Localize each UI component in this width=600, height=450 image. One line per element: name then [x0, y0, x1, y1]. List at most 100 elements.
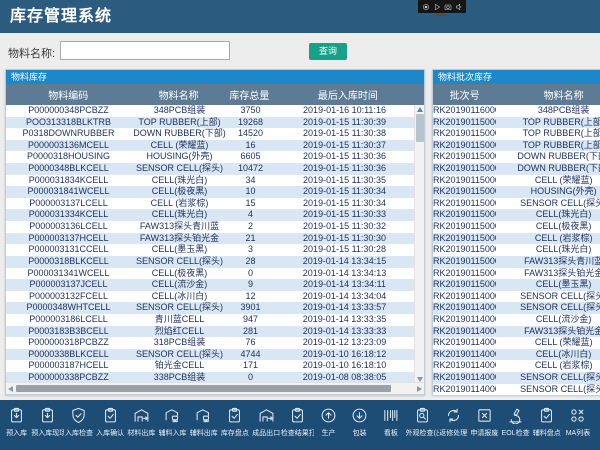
table-row[interactable]: P000031334KCELLCELL(珠光白)42019-01-15 11:3… — [6, 209, 424, 221]
table-row[interactable]: P0000348BLKCELLSENSOR CELL(探头)104722019-… — [6, 163, 424, 175]
toolbar-item-13[interactable]: 看板 — [375, 400, 406, 450]
table-row[interactable]: P000003131CCELLCELL(墨玉黑)32019-01-15 11:3… — [6, 244, 424, 256]
table-row[interactable]: RK2019011500011FAW313探头铂光金 — [433, 268, 600, 280]
table-row[interactable]: RK2019011400005CELL (岩浆棕) — [433, 360, 600, 372]
table-row[interactable]: P0000338BLKCELLSENSOR CELL(探头)47442019-0… — [6, 349, 424, 361]
table-row[interactable]: RK2019011500006CELL(极夜黑) — [433, 221, 600, 233]
cell: 2019-01-14 13:34:11 — [273, 279, 416, 291]
table-row[interactable]: RK2019011400012FAW313探头铂光金 — [433, 326, 600, 338]
screen-recorder-overlay[interactable] — [418, 0, 466, 13]
table-row[interactable]: RK2019011500005SENSOR CELL(探头) — [433, 198, 600, 210]
toolbar-item-label: 入库确认 — [96, 428, 124, 438]
table-row[interactable]: RK2019011500001TOP RUBBER(上部) — [433, 117, 600, 129]
panel-title: 物料库存 — [6, 70, 424, 84]
column-header[interactable]: 最后入库时间 — [272, 87, 424, 102]
table-row[interactable]: P000003136LCELLFAW313探头青川蓝22019-01-15 11… — [6, 221, 424, 233]
table-row[interactable]: P000031834KCELLCELL(珠光白)342019-01-15 11:… — [6, 175, 424, 187]
toolbar-item-19[interactable]: MA列表 — [562, 400, 593, 450]
table-row[interactable]: P0003183B3BCELL烈焰红CELL2812019-01-14 13:3… — [6, 326, 424, 338]
table-row[interactable]: P000031841WCELLCELL(极夜黑)102019-01-15 11:… — [6, 186, 424, 198]
toolbar-item-10[interactable]: 检查结果打印 — [282, 400, 313, 450]
toolbar-item-12[interactable]: 包装 — [344, 400, 375, 450]
cell: CELL(冰川白) — [131, 291, 228, 303]
table-row[interactable]: RK2019011400007CELL(冰川白) — [433, 349, 600, 361]
play-icon[interactable] — [433, 3, 441, 11]
table-row[interactable]: RK2019011500003HOUSING(外壳) — [433, 186, 600, 198]
table-row[interactable]: POO313318BLKTRBTOP RUBBER(上部)192682019-0… — [6, 117, 424, 129]
table-row[interactable]: P000003137HCELLFAW313探头铂光金212019-01-15 1… — [6, 233, 424, 245]
table-row[interactable]: P000031341WCELLCELL(极夜黑)02019-01-14 13:3… — [6, 268, 424, 280]
table-row[interactable]: RK2019011500002DOWN RUBBER(下部) — [433, 151, 600, 163]
overlay-handle[interactable] — [436, 14, 446, 16]
column-header[interactable]: 物料名称 — [496, 87, 600, 102]
table-row[interactable]: RK2019011500002DOWN RUBBER(下部) — [433, 163, 600, 175]
table-row[interactable]: RK2019011400009SENSOR CELL(探头) — [433, 302, 600, 314]
column-header[interactable]: 库存总量 — [227, 87, 272, 102]
toolbar-item-7[interactable]: 辅料出库 — [188, 400, 219, 450]
cell: P000003137JCELL — [6, 279, 131, 291]
table-row[interactable]: RK2019011500004CELL (荣耀蓝) — [433, 175, 600, 187]
toolbar-item-14[interactable]: 外观检查(出货 — [406, 400, 437, 450]
scroll-right-icon[interactable] — [417, 386, 422, 392]
table-row[interactable]: RK2019011500001TOP RUBBER(上部) — [433, 128, 600, 140]
toolbar-item-5[interactable]: 材料出库 — [126, 400, 157, 450]
table-row[interactable]: RK2019011500001TOP RUBBER(上部) — [433, 140, 600, 152]
table-row[interactable]: P000000348PCBZZ348PCB组装37502019-01-16 10… — [6, 105, 424, 117]
toolbar-item-15[interactable]: 返修处理 — [438, 400, 469, 450]
table-row[interactable]: RK2019011600001348PCB组装 — [433, 105, 600, 117]
vertical-scrollbar[interactable] — [414, 105, 424, 384]
table-row[interactable]: RK2019011500008CELL (岩浆棕) — [433, 233, 600, 245]
scrollbar-thumb[interactable] — [16, 385, 391, 392]
toolbar-item-11[interactable]: 生产 — [313, 400, 344, 450]
snapshot-icon[interactable] — [444, 3, 452, 11]
table-row[interactable]: P000003132FCELLCELL(冰川白)122019-01-14 13:… — [6, 291, 424, 303]
column-header[interactable]: 批次号 — [433, 87, 496, 102]
table-row[interactable]: P000003137LCELLCELL (岩浆棕)152019-01-15 11… — [6, 198, 424, 210]
table-row[interactable]: RK2019011500012CELL(墨玉黑) — [433, 279, 600, 291]
column-header[interactable]: 物料名称 — [130, 87, 227, 102]
table-row[interactable]: RK2019011400009SENSOR CELL(探头) — [433, 291, 600, 303]
scrollbar-thumb[interactable] — [416, 114, 424, 142]
toolbar-item-8[interactable]: 库存盘点 — [219, 400, 250, 450]
table-row[interactable]: RK2019011500010FAW313探头青川蓝 — [433, 256, 600, 268]
cell: P0000348BLKCELL — [6, 163, 131, 175]
table-row[interactable]: RK2019011400013CELL (荣耀蓝) — [433, 337, 600, 349]
table-row[interactable]: P000003136MCELLCELL (荣耀蓝)162019-01-15 11… — [6, 140, 424, 152]
horizontal-scrollbar[interactable] — [6, 382, 424, 394]
column-header[interactable]: 物料编码 — [6, 87, 130, 102]
cell: P000031841WCELL — [6, 186, 131, 198]
table-row[interactable]: RK2019011500009CELL(珠光白) — [433, 244, 600, 256]
table-row[interactable]: RK2019011500007CELL(珠光白) — [433, 209, 600, 221]
toolbar-item-label: 生产 — [321, 428, 335, 438]
toolbar-item-20[interactable]: 产品 — [594, 400, 600, 450]
scroll-left-icon[interactable] — [8, 386, 13, 392]
toolbar-item-9[interactable]: 成品出口 — [251, 400, 282, 450]
table-row[interactable]: P000003187HCELL铂光金CELL1712019-01-10 16:1… — [6, 360, 424, 372]
cell: CELL (荣耀蓝) — [131, 140, 228, 152]
toolbar-item-17[interactable]: EOL检查 — [500, 400, 531, 450]
toolbar-item-1[interactable]: 预入库 — [1, 400, 32, 450]
table-row[interactable]: P000000318PCBZZ318PCB组装762019-01-12 13:2… — [6, 337, 424, 349]
scroll-up-icon[interactable] — [417, 107, 423, 112]
material-name-input[interactable] — [60, 41, 230, 60]
toolbar-item-18[interactable]: 辅料盘点 — [531, 400, 562, 450]
speaker-icon[interactable] — [455, 3, 463, 11]
toolbar-item-3[interactable]: 入库检查 — [63, 400, 94, 450]
table-row[interactable]: P0318DOWNRUBBERDOWN RUBBER(下部)145202019-… — [6, 128, 424, 140]
toolbar-item-16[interactable]: 申请报废 — [469, 400, 500, 450]
table-row[interactable]: P0000318HOUSINGHOUSING(外壳)66052019-01-15… — [6, 151, 424, 163]
table-row[interactable]: P000003186LCELL青川蓝CELL9472019-01-14 13:3… — [6, 314, 424, 326]
table-row[interactable]: RK2019011400004SENSOR CELL(探头) — [433, 384, 600, 396]
toolbar-item-6[interactable]: 辅料入库 — [157, 400, 188, 450]
cell: CELL(珠光白) — [496, 209, 600, 221]
query-button[interactable]: 查询 — [309, 43, 347, 60]
table-row[interactable]: RK2019011400004SENSOR CELL(探头) — [433, 372, 600, 384]
table-row[interactable]: P000003137JCELLCELL(流沙金)92019-01-14 13:3… — [6, 279, 424, 291]
table-row[interactable]: P0000318BLKCELLSENSOR CELL(探头)282019-01-… — [6, 256, 424, 268]
table-row[interactable]: RK2019011400011CELL(流沙金) — [433, 314, 600, 326]
record-icon[interactable] — [422, 3, 430, 11]
table-row[interactable]: P0000348WHTCELLSENSOR CELL(探头)39012019-0… — [6, 302, 424, 314]
batch-inventory-panel: 物料批次库存 批次号物料名称 RK2019011600001348PCB组装RK… — [432, 69, 600, 395]
toolbar-item-2[interactable]: 预入库现场 — [32, 400, 63, 450]
toolbar-item-4[interactable]: 入库确认 — [95, 400, 126, 450]
